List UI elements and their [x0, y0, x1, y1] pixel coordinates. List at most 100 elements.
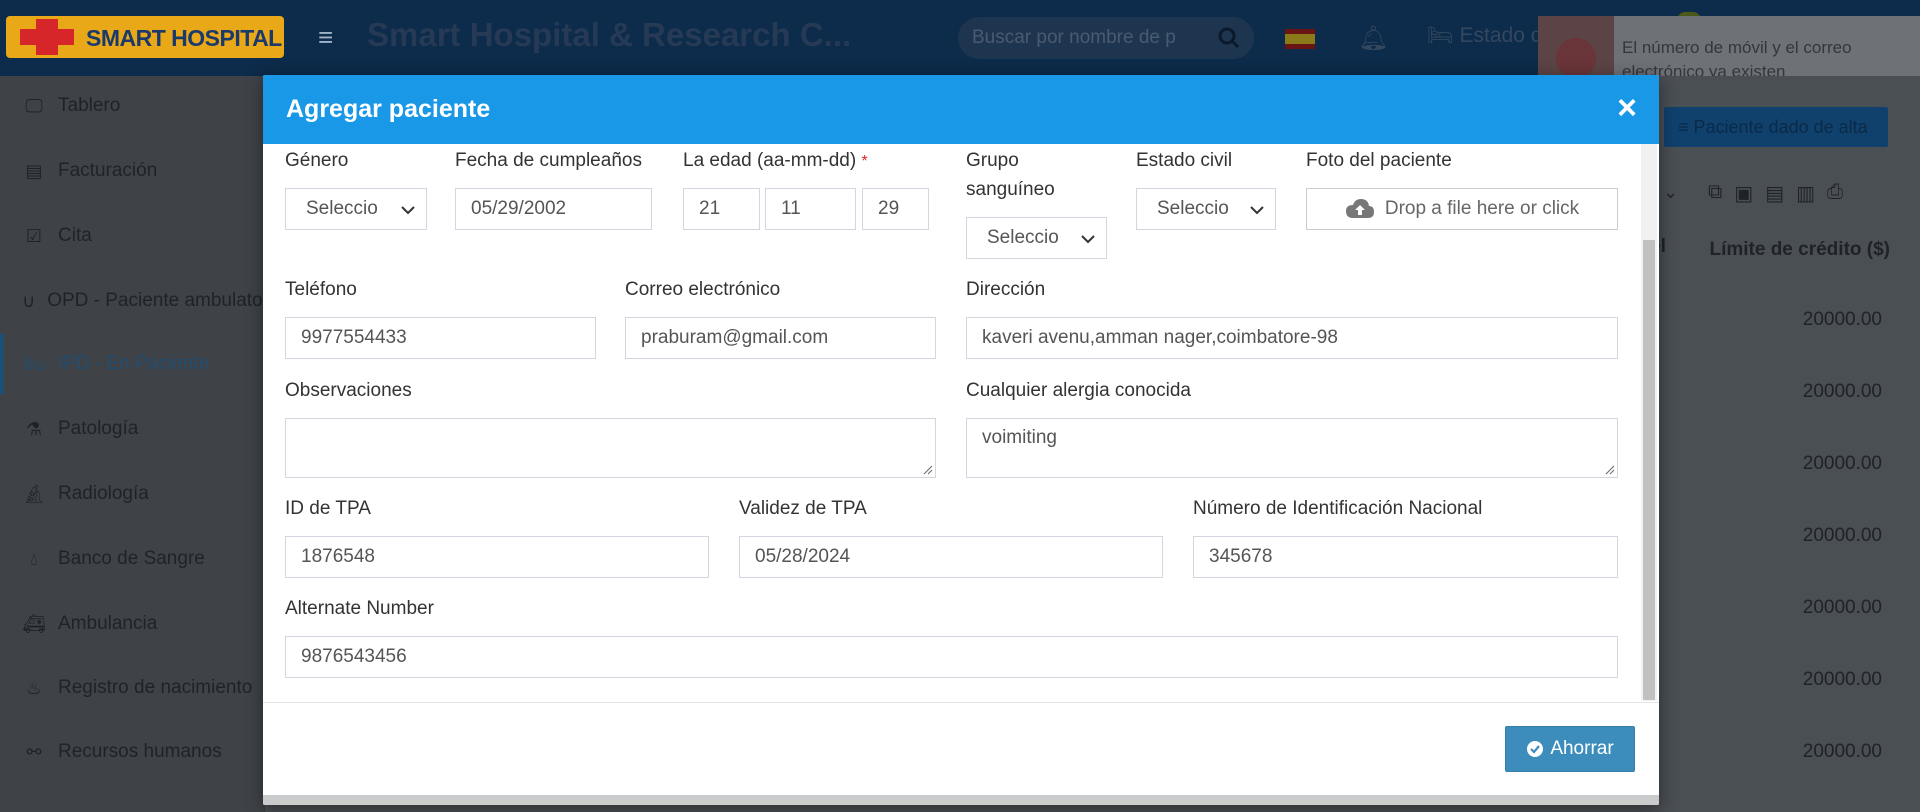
patient-search-input[interactable] [972, 25, 1202, 51]
chevron-down-icon [401, 206, 415, 215]
modal-header: Agregar paciente × [263, 75, 1659, 144]
print-icon[interactable]: ⎙ [1827, 181, 1843, 206]
cloud-upload-icon [1345, 199, 1374, 218]
gender-select[interactable]: Seleccio [285, 188, 427, 230]
blood-drop-icon: 💧︎ [30, 548, 38, 569]
photo-dropzone[interactable]: Drop a file here or click [1306, 188, 1618, 230]
sidebar-item-pathology[interactable]: ⚗︎ Patología [0, 399, 265, 459]
table-cell-credit: 20000.00 [1802, 381, 1882, 402]
search-icon[interactable] [1218, 27, 1240, 49]
close-icon[interactable]: × [1617, 91, 1637, 125]
tpa-id-label: ID de TPA [285, 498, 371, 519]
sidebar-item-label: IPD - En Paciente [58, 353, 210, 374]
gender-label: Género [285, 150, 349, 171]
notes-label: Observaciones [285, 380, 412, 401]
copy-icon[interactable]: ⧉ [1708, 181, 1722, 206]
pdf-icon[interactable]: ▥ [1796, 181, 1815, 206]
phone-input[interactable]: 9977554433 [285, 317, 596, 359]
modal-title: Agregar paciente [286, 95, 491, 123]
csv-icon[interactable]: ▤ [1765, 181, 1784, 206]
birth-icon: ♨︎ [25, 677, 43, 698]
email-input[interactable]: praburam@gmail.com [625, 317, 936, 359]
birthday-label: Fecha de cumpleaños [455, 150, 642, 171]
age-months-input[interactable]: 11 [765, 188, 856, 230]
hospital-logo[interactable]: SMART HOSPITAL [6, 16, 284, 58]
sidebar-item-label: Radiología [58, 483, 149, 504]
spain-flag-icon[interactable] [1285, 29, 1315, 49]
sidebar-item-birth-record[interactable]: ♨︎ Registro de nacimiento [0, 658, 265, 718]
sidebar-item-ipd[interactable]: 🛏︎ IPD - En Paciente [0, 334, 265, 394]
sidebar-item-appointment[interactable]: ☑ Cita [0, 206, 265, 266]
national-id-input[interactable]: 345678 [1193, 536, 1618, 578]
logo-text: SMART HOSPITAL [86, 25, 282, 51]
resize-handle-icon[interactable] [921, 463, 933, 475]
column-header-credit-limit: Límite de crédito ($) [1709, 239, 1890, 260]
tpa-validity-label: Validez de TPA [739, 498, 867, 519]
address-label: Dirección [966, 279, 1046, 300]
excel-icon[interactable]: ▣ [1734, 181, 1753, 206]
modal-scrollbar-thumb[interactable] [1643, 240, 1655, 700]
table-cell-credit: 20000.00 [1802, 453, 1882, 474]
modal-bottom-edge [263, 795, 1659, 805]
marital-status-selected-value: Seleccio [1157, 198, 1229, 219]
desktop-icon: 🖵︎ [25, 95, 43, 116]
save-button-label: Ahorrar [1550, 738, 1614, 759]
tpa-validity-input[interactable]: 05/28/2024 [739, 536, 1163, 578]
resize-handle-icon[interactable] [1603, 463, 1615, 475]
bell-icon[interactable]: 🔔︎ [1358, 24, 1388, 53]
calendar-check-icon: ☑ [25, 225, 43, 246]
address-input[interactable]: kaveri avenu,amman nager,coimbatore-98 [966, 317, 1618, 359]
allergies-value: voimiting [982, 427, 1057, 448]
sidebar-item-label: Facturación [58, 160, 158, 181]
sidebar-item-human-resources[interactable]: ⚯︎ Recursos humanos [0, 722, 265, 782]
required-marker: * [861, 153, 868, 170]
chevron-down-icon [1081, 235, 1095, 244]
age-years-input[interactable]: 21 [683, 188, 760, 230]
stethoscope-icon: ∪ [22, 290, 36, 311]
sidebar-item-label: Registro de nacimiento [58, 677, 253, 698]
phone-label: Teléfono [285, 279, 357, 300]
sidebar-item-label: Recursos humanos [58, 741, 222, 762]
sidebar-item-blood-bank[interactable]: 💧︎ Banco de Sangre [0, 529, 265, 589]
blood-group-selected-value: Seleccio [987, 227, 1059, 248]
menu-toggle-icon[interactable]: ≡ [318, 24, 344, 50]
sidebar-item-radiology[interactable]: 🔬︎ Radiología [0, 464, 265, 524]
blood-group-label: Grupo sanguíneo [966, 150, 1055, 200]
sidebar-item-opd[interactable]: ∪ OPD - Paciente ambulatorio [0, 271, 265, 331]
sidebar-item-dashboard[interactable]: 🖵︎ Tablero [0, 76, 265, 136]
export-toolbar: ⧉ ▣ ▤ ▥ ⎙ [1708, 181, 1843, 206]
medical-cross-icon [12, 19, 84, 55]
flask-icon: ⚗︎ [25, 418, 43, 439]
bed-icon: 🛏︎ [22, 353, 46, 374]
sidebar-item-label: Tablero [58, 95, 121, 116]
tpa-id-input[interactable]: 1876548 [285, 536, 709, 578]
site-title: Smart Hospital & Research C... [367, 16, 852, 53]
chevron-down-icon[interactable]: ⌄ [1663, 182, 1678, 203]
birthday-input[interactable]: 05/29/2002 [455, 188, 652, 230]
patient-search-box [958, 17, 1254, 59]
blood-group-select[interactable]: Seleccio [966, 217, 1107, 259]
allergies-textarea[interactable]: voimiting [966, 418, 1618, 478]
age-days-input[interactable]: 29 [862, 188, 929, 230]
add-patient-modal: Agregar paciente × Género Seleccio Fecha… [263, 75, 1659, 805]
sidebar: 🖵︎ Tablero ▤ Facturación ☑ Cita ∪ OPD - Paci… [0, 76, 265, 812]
sidebar-item-label: Patología [58, 418, 139, 439]
email-label: Correo electrónico [625, 279, 781, 300]
sidebar-item-label: Ambulancia [58, 613, 158, 634]
gender-selected-value: Seleccio [306, 198, 378, 219]
modal-body: Género Seleccio Fecha de cumpleaños 05/2… [263, 144, 1659, 701]
alternate-number-input[interactable]: 9876543456 [285, 636, 1618, 678]
notes-textarea[interactable] [285, 418, 936, 478]
chevron-down-icon [1250, 206, 1264, 215]
sidebar-item-ambulance[interactable]: 🚑︎ Ambulancia [0, 594, 265, 654]
sitemap-icon: ⚯︎ [26, 741, 42, 762]
sidebar-item-label: Cita [58, 225, 92, 246]
discharged-patient-button[interactable]: ≡ Paciente dado de alta [1664, 107, 1888, 147]
sidebar-item-billing[interactable]: ▤ Facturación [0, 141, 265, 201]
marital-status-label: Estado civil [1136, 150, 1233, 171]
save-button[interactable]: Ahorrar [1505, 726, 1635, 772]
modal-footer: Ahorrar [263, 702, 1659, 795]
alert-shield-icon [1556, 38, 1596, 78]
sidebar-item-label: OPD - Paciente ambulatorio [47, 290, 265, 311]
marital-status-select[interactable]: Seleccio [1136, 188, 1276, 230]
